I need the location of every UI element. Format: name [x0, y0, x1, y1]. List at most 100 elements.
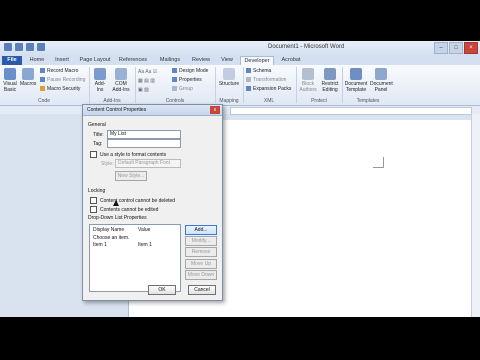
dialog-title: Content Control Properties	[87, 107, 147, 113]
page-corner-mark	[373, 157, 384, 168]
com-add-ins-icon	[115, 68, 127, 80]
design-mode-icon	[172, 68, 177, 74]
record-icon	[40, 68, 45, 74]
tab-insert[interactable]: Insert	[52, 56, 72, 65]
cancel-button[interactable]: Cancel	[188, 285, 216, 295]
minimize-button[interactable]: –	[434, 42, 448, 54]
general-section-label: General	[88, 122, 106, 128]
title-bar: Document1 - Microsoft Word – □ ×	[0, 41, 480, 55]
document-template-icon	[350, 68, 362, 80]
add-button[interactable]: Add...	[185, 225, 217, 235]
lock-icon	[324, 68, 336, 80]
window-title: Document1 - Microsoft Word	[268, 44, 345, 50]
locking-section-label: Locking	[88, 188, 106, 194]
drop-down-list[interactable]: Display Name Value Choose an item. Item …	[89, 224, 181, 292]
add-ins-button[interactable]: Add-Ins	[92, 68, 108, 93]
group-icon	[172, 86, 177, 92]
structure-button[interactable]: Structure	[218, 68, 240, 87]
tab-mailings[interactable]: Mailings	[156, 56, 184, 65]
properties-button[interactable]: Properties	[172, 77, 202, 83]
block-authors-icon	[302, 68, 314, 80]
pause-recording-button[interactable]: Pause Recording	[40, 77, 85, 83]
tag-input[interactable]	[107, 139, 181, 148]
checkbox-box[interactable]	[90, 151, 97, 158]
block-authors-button[interactable]: Block Authors	[298, 68, 318, 93]
style-select[interactable]: Default Paragraph Font	[115, 159, 181, 168]
tab-home[interactable]: Home	[27, 56, 47, 65]
mouse-cursor-icon	[113, 200, 119, 206]
expansion-packs-icon	[246, 86, 251, 92]
group-button[interactable]: Group	[172, 86, 193, 92]
tab-review[interactable]: Review	[190, 56, 212, 65]
content-controls-row-1[interactable]: Aa Aa ☑	[138, 69, 157, 75]
document-panel-icon	[375, 68, 387, 80]
ruler-area	[0, 106, 480, 115]
group-xml-label: XML	[263, 98, 275, 104]
pause-icon	[40, 77, 45, 83]
restrict-editing-button[interactable]: Restrict Editing	[320, 68, 340, 93]
close-window-button[interactable]: ×	[464, 42, 478, 54]
dialog-close-button[interactable]: x	[210, 106, 220, 114]
screen: Document1 - Microsoft Word – □ × File Ho…	[0, 41, 480, 317]
dialog-title-bar[interactable]: Content Control Properties x	[83, 105, 222, 116]
ok-button[interactable]: OK	[148, 285, 176, 295]
ribbon: Visual Basic Macros Record Macro Pause R…	[0, 65, 480, 106]
drop-down-list-properties-label: Drop-Down List Properties	[88, 215, 147, 221]
word-icon[interactable]	[4, 43, 12, 51]
quick-access-toolbar	[4, 43, 45, 51]
properties-icon	[172, 77, 177, 83]
transformation-icon	[246, 77, 251, 83]
expansion-packs-button[interactable]: Expansion Packs	[246, 86, 291, 92]
list-item-value[interactable]: Item 1	[138, 242, 152, 248]
vertical-scrollbar[interactable]	[471, 114, 480, 317]
cannot-edit-checkbox[interactable]: Contents cannot be edited	[90, 206, 158, 213]
record-macro-button[interactable]: Record Macro	[40, 68, 78, 74]
warning-icon	[40, 86, 45, 92]
use-style-checkbox[interactable]: Use a style to format contents	[90, 151, 166, 158]
tab-page-layout[interactable]: Page Layout	[78, 56, 112, 65]
cannot-delete-checkbox[interactable]: Content control cannot be deleted	[90, 197, 175, 204]
document-panel-button[interactable]: Document Panel	[370, 68, 393, 93]
content-controls-row-2[interactable]: ▦ ▤ ▥	[138, 78, 155, 84]
undo-icon[interactable]	[26, 43, 34, 51]
macro-security-button[interactable]: Macro Security	[40, 86, 80, 92]
checkbox-box[interactable]	[90, 197, 97, 204]
content-control-properties-dialog: Content Control Properties x General Tit…	[82, 104, 223, 301]
transformation-button[interactable]: Transformation	[246, 77, 286, 83]
tab-acrobat[interactable]: Acrobat	[278, 56, 304, 65]
style-label: Style:	[101, 161, 114, 167]
macros-icon	[22, 68, 34, 80]
title-label: Title:	[93, 132, 104, 138]
column-header-value[interactable]: Value	[138, 227, 150, 233]
save-icon[interactable]	[15, 43, 23, 51]
design-mode-button[interactable]: Design Mode	[172, 68, 208, 74]
document-template-button[interactable]: Document Template	[344, 68, 368, 93]
macros-button[interactable]: Macros	[20, 68, 36, 87]
tab-file[interactable]: File	[2, 56, 22, 65]
schema-button[interactable]: Schema	[246, 68, 271, 74]
list-item-display[interactable]: Item 1	[93, 242, 107, 248]
visual-basic-button[interactable]: Visual Basic	[2, 68, 18, 93]
new-style-button[interactable]: New Style...	[115, 171, 147, 181]
list-item-display[interactable]: Choose an item.	[93, 235, 129, 241]
move-down-button[interactable]: Move Down	[185, 270, 217, 280]
tab-view[interactable]: View	[218, 56, 236, 65]
move-up-button[interactable]: Move Up	[185, 259, 217, 269]
group-protect-label: Protect	[311, 98, 327, 104]
content-controls-row-3[interactable]: ▣ ▧	[138, 87, 149, 93]
window-controls: – □ ×	[434, 42, 478, 54]
tab-references[interactable]: References	[118, 56, 148, 65]
structure-icon	[223, 68, 235, 80]
column-header-display-name[interactable]: Display Name	[93, 227, 124, 233]
redo-icon[interactable]	[37, 43, 45, 51]
com-add-ins-button[interactable]: COM Add-Ins	[111, 68, 131, 93]
tag-label: Tag:	[93, 141, 103, 147]
modify-button[interactable]: Modify...	[185, 236, 217, 246]
group-code-label: Code	[38, 98, 50, 104]
horizontal-ruler[interactable]	[230, 107, 472, 115]
remove-button[interactable]: Remove	[185, 247, 217, 257]
title-input[interactable]: My List	[107, 130, 181, 139]
add-ins-icon	[94, 68, 106, 80]
checkbox-box[interactable]	[90, 206, 97, 213]
maximize-button[interactable]: □	[449, 42, 463, 54]
